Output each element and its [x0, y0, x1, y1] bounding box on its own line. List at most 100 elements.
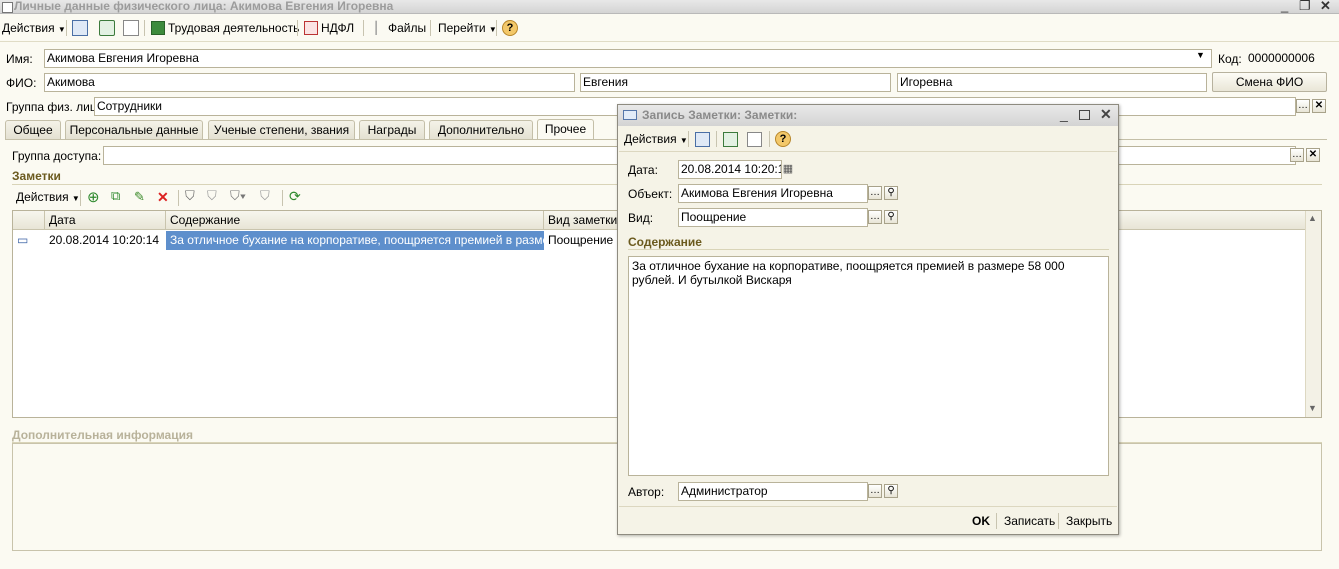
scroll-down-icon[interactable]: ▼ — [1308, 403, 1317, 413]
labor-button[interactable]: Трудовая деятельность — [168, 19, 299, 37]
code-label: Код: — [1218, 52, 1242, 66]
open-icon[interactable]: ⚲ — [884, 484, 898, 498]
separator — [178, 190, 179, 206]
refresh-icon[interactable] — [723, 132, 738, 147]
column-header-content[interactable]: Содержание — [166, 211, 544, 230]
separator — [716, 131, 717, 147]
clear-icon[interactable]: ✕ — [1312, 99, 1326, 113]
tab-awards[interactable]: Награды — [359, 120, 425, 139]
author-field[interactable]: Администратор — [678, 482, 868, 501]
notes-actions-menu[interactable]: Действия ▼ — [16, 190, 80, 204]
tab-general[interactable]: Общее — [5, 120, 61, 139]
name-field[interactable]: Акимова Евгения Игоревна — [44, 49, 1212, 68]
close-icon[interactable]: ✕ — [1320, 0, 1331, 14]
icon-column-header — [13, 211, 45, 230]
tab-degrees[interactable]: Ученые степени, звания — [208, 120, 355, 139]
save-close-icon[interactable] — [72, 20, 88, 36]
copy-icon[interactable]: ⧉ — [111, 188, 120, 204]
copy-icon[interactable] — [123, 20, 139, 36]
add-icon[interactable]: ⊕ — [87, 188, 100, 206]
separator — [0, 41, 1339, 42]
kind-field[interactable]: Поощрение — [678, 208, 868, 227]
document-icon — [2, 2, 13, 13]
separator — [688, 131, 689, 147]
note-icon — [623, 110, 637, 120]
select-button[interactable]: … — [1290, 148, 1304, 162]
separator — [628, 249, 1109, 250]
clear-icon[interactable]: ✕ — [1306, 148, 1320, 162]
labor-icon — [151, 21, 165, 35]
ndfl-icon — [304, 21, 318, 35]
row-date: 20.08.2014 10:20:14 — [49, 233, 160, 247]
select-button[interactable]: … — [868, 186, 882, 200]
actions-menu[interactable]: Действия ▼ — [2, 19, 66, 37]
delete-icon[interactable]: ✕ — [157, 189, 169, 206]
save-close-icon[interactable] — [695, 132, 710, 147]
content-textarea[interactable]: За отличное бухание на корпоративе, поощ… — [628, 256, 1109, 476]
object-label: Объект: — [628, 187, 673, 201]
help-icon[interactable]: ? — [502, 20, 518, 36]
select-button[interactable]: … — [868, 484, 882, 498]
dialog-actions-menu[interactable]: Действия ▼ — [624, 132, 688, 146]
edit-icon[interactable]: ✎ — [134, 189, 145, 205]
separator — [66, 20, 67, 36]
restore-icon[interactable]: ❐ — [1299, 0, 1311, 14]
filter-by-value-icon[interactable]: ⛉ — [207, 188, 217, 204]
fio-label: ФИО: — [6, 76, 37, 90]
refresh-icon[interactable]: ⟳ — [289, 188, 301, 205]
calendar-icon[interactable]: ▦ — [781, 162, 795, 176]
files-button[interactable]: Файлы — [388, 19, 426, 37]
access-group-label: Группа доступа: — [12, 149, 102, 163]
author-label: Автор: — [628, 485, 665, 499]
help-icon[interactable]: ? — [775, 131, 791, 147]
change-fio-button[interactable]: Смена ФИО — [1212, 72, 1327, 92]
chevron-down-icon[interactable]: ▼ — [1196, 50, 1205, 60]
separator — [363, 20, 364, 36]
column-header-date[interactable]: Дата — [45, 211, 166, 230]
select-button[interactable]: … — [1296, 99, 1310, 113]
ndfl-button[interactable]: НДФЛ — [321, 19, 354, 37]
ok-button[interactable]: OK — [972, 514, 990, 528]
minimize-icon[interactable]: _ — [1060, 106, 1068, 122]
select-button[interactable]: … — [868, 210, 882, 224]
separator — [769, 131, 770, 147]
separator — [80, 190, 81, 206]
open-icon[interactable]: ⚲ — [884, 210, 898, 224]
first-name-field[interactable]: Евгения — [580, 73, 891, 92]
notes-title: Заметки — [12, 169, 61, 183]
filter-icon[interactable]: ⛉ — [185, 188, 195, 204]
code-value: 0000000006 — [1248, 51, 1315, 65]
refresh-icon[interactable] — [99, 20, 115, 36]
tab-additional[interactable]: Дополнительно — [429, 120, 533, 139]
content-title: Содержание — [628, 235, 702, 249]
object-field[interactable]: Акимова Евгения Игоревна — [678, 184, 868, 203]
close-icon[interactable]: ✕ — [1100, 106, 1112, 123]
dialog-title: Запись Заметки: Заметки: — [642, 108, 798, 122]
separator — [619, 151, 1117, 152]
clear-filter-icon[interactable]: ⛉ — [260, 188, 270, 204]
middle-name-field[interactable]: Игоревна — [897, 73, 1207, 92]
extra-info-title: Дополнительная информация — [12, 428, 193, 442]
scroll-up-icon[interactable]: ▲ — [1308, 213, 1317, 223]
vertical-scrollbar[interactable]: ▲ ▼ — [1305, 211, 1321, 417]
date-label: Дата: — [628, 163, 658, 177]
note-icon: ▭ — [17, 233, 29, 247]
dialog-actions-label: Действия — [624, 132, 677, 146]
filter-history-icon[interactable]: ⛉▾ — [230, 188, 246, 204]
group-label: Группа физ. лиц: — [6, 100, 101, 114]
last-name-field[interactable]: Акимова — [44, 73, 575, 92]
save-button[interactable]: Записать — [1004, 514, 1055, 528]
maximize-icon[interactable] — [1079, 110, 1090, 120]
row-content: За отличное бухание на корпоративе, поощ… — [166, 231, 544, 250]
tab-personal[interactable]: Персональные данные — [65, 120, 203, 139]
date-field[interactable]: 20.08.2014 10:20:14 — [678, 160, 782, 179]
minimize-icon[interactable]: _ — [1281, 0, 1288, 13]
copy-icon[interactable] — [747, 132, 762, 147]
close-button[interactable]: Закрыть — [1066, 514, 1112, 528]
open-icon[interactable]: ⚲ — [884, 186, 898, 200]
chevron-down-icon: ▼ — [57, 25, 66, 34]
goto-menu[interactable]: Перейти ▼ — [438, 19, 497, 37]
tab-other[interactable]: Прочее — [537, 119, 594, 140]
separator — [619, 506, 1117, 507]
chevron-down-icon: ▼ — [71, 194, 80, 203]
